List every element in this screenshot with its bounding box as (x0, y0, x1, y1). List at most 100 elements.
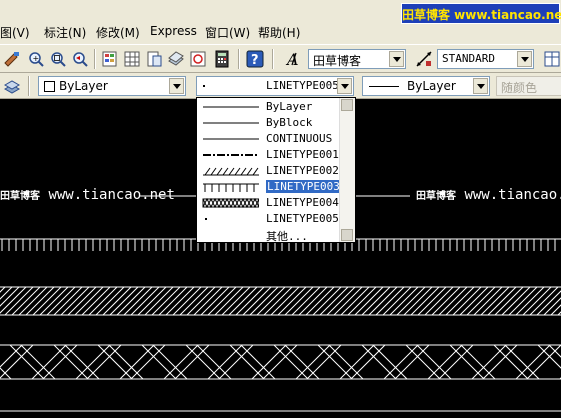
hatch-stroke (452, 286, 482, 316)
text-style-icon[interactable]: A (284, 49, 304, 69)
watermark-left: 田草博客 www.tiancao.net (0, 187, 175, 203)
scroll-up-icon[interactable] (341, 99, 353, 111)
markup-icon[interactable] (188, 49, 208, 69)
toolbar-separator (28, 76, 30, 96)
zigzag-stroke (295, 344, 331, 380)
hatch-stroke (424, 286, 454, 316)
zigzag-stroke (97, 344, 133, 380)
zigzag-stroke (372, 344, 408, 380)
help-icon[interactable]: ? (245, 49, 265, 69)
zigzag-stroke (361, 344, 397, 380)
zigzag-stroke (240, 344, 276, 380)
menu-help[interactable]: 帮助(H) (258, 24, 300, 41)
dimension-style-dropdown[interactable]: STANDARD (437, 49, 534, 69)
menu-modify[interactable]: 修改(M) (96, 24, 140, 41)
zoom-window-icon[interactable] (48, 49, 68, 69)
text-style-dropdown[interactable]: 田草博客 (308, 49, 406, 69)
hatch-stroke (32, 286, 62, 316)
calculator-icon[interactable] (212, 49, 232, 69)
linetype-option-001[interactable]: LINETYPE001 (197, 147, 339, 163)
linetype-option-005[interactable]: LINETYPE005 (197, 211, 339, 227)
hatch-stroke (109, 286, 139, 316)
hatch-stroke (39, 286, 69, 316)
hatch-stroke (410, 286, 440, 316)
hatch-stroke (0, 286, 27, 314)
dimension-style-icon[interactable] (414, 49, 434, 69)
tool-palettes-icon[interactable] (144, 49, 164, 69)
menu-view[interactable]: 图(V) (0, 24, 30, 41)
hatch-stroke (473, 286, 503, 316)
hatch-stroke (102, 286, 132, 316)
plot-style-value: 随颜色 (501, 81, 538, 95)
zigzag-stroke (108, 344, 144, 380)
zoom-previous-icon[interactable] (70, 49, 90, 69)
zigzag-stroke (163, 344, 199, 380)
linetype-swatch (203, 183, 259, 192)
zigzag-stroke (130, 344, 166, 380)
hatch-stroke (95, 286, 125, 316)
lineweight-dropdown[interactable]: ByLayer (362, 76, 490, 96)
hatch-stroke (431, 286, 461, 316)
linetype-option-byblock[interactable]: ByBlock (197, 115, 339, 131)
linetype-dropdown[interactable]: LINETYPE005 (196, 76, 354, 96)
zigzag-stroke (229, 344, 265, 380)
linetype-dropdown-list[interactable]: ByLayer ByBlock CONTINUOUS LINETYPE001 L… (196, 97, 356, 243)
zigzag-stroke (427, 344, 463, 380)
hatch-stroke (396, 286, 426, 316)
hatch-stroke (25, 286, 55, 316)
linetype-option-003[interactable]: LINETYPE003 (197, 179, 341, 195)
zigzag-stroke (141, 344, 177, 380)
hatch-stroke (417, 286, 447, 316)
watermark-right-url: www.tiancao.ne (464, 187, 561, 203)
scroll-down-icon[interactable] (341, 229, 353, 241)
hatch-stroke (165, 286, 195, 316)
plot-style-dropdown: 随颜色 (496, 76, 561, 96)
hatch-stroke (151, 286, 181, 316)
linetype-option-bylayer[interactable]: ByLayer (197, 99, 339, 115)
chevron-down-icon[interactable] (517, 51, 532, 67)
zigzag-stroke (449, 344, 485, 380)
pan-realtime-icon[interactable]: + (26, 49, 46, 69)
zigzag-stroke (9, 344, 45, 380)
menu-window[interactable]: 窗口(W) (205, 24, 250, 41)
hatch-stroke (438, 286, 468, 316)
chevron-down-icon[interactable] (389, 51, 404, 67)
dropdown-scrollbar[interactable] (339, 98, 355, 242)
color-dropdown[interactable]: ByLayer (38, 76, 186, 96)
zigzag-stroke (350, 344, 386, 380)
linetype-option-label: CONTINUOUS (266, 132, 333, 145)
zigzag-stroke (86, 344, 122, 380)
hatch-stroke (81, 286, 111, 316)
hatch-stroke (116, 286, 146, 316)
watermark-left-url: www.tiancao.net (48, 187, 175, 203)
layer-manager-icon[interactable] (2, 76, 22, 96)
hatch-stroke (11, 286, 41, 316)
chevron-down-icon[interactable] (473, 78, 488, 94)
linetype-option-002[interactable]: LINETYPE002 (197, 163, 339, 179)
hatch-stroke (508, 286, 538, 316)
toolbar-separator (238, 49, 240, 69)
properties-icon[interactable] (100, 49, 120, 69)
linetype-preview (203, 85, 205, 87)
menu-express[interactable]: Express (150, 24, 197, 38)
chevron-down-icon[interactable] (169, 78, 184, 94)
hatch-stroke (284, 286, 314, 316)
hatch-stroke (88, 286, 118, 316)
hatch-stroke (480, 286, 510, 316)
match-properties-icon[interactable] (2, 49, 22, 69)
table-style-icon[interactable] (542, 49, 561, 69)
linetype-swatch (203, 122, 259, 124)
zigzag-stroke (152, 344, 188, 380)
design-center-icon[interactable] (122, 49, 142, 69)
hatch-stroke (207, 286, 237, 316)
hatch-stroke (74, 286, 104, 316)
menu-dimension[interactable]: 标注(N) (44, 24, 86, 41)
chevron-down-icon[interactable] (337, 78, 352, 94)
linetype-option-continuous[interactable]: CONTINUOUS (197, 131, 339, 147)
linetype-swatch (203, 106, 259, 108)
linetype-option-004[interactable]: LINETYPE004 (197, 195, 339, 211)
hatch-stroke (256, 286, 286, 316)
zigzag-stroke (438, 344, 474, 380)
sheet-set-icon[interactable] (166, 49, 186, 69)
linetype-option-other[interactable]: 其他... (197, 227, 339, 243)
